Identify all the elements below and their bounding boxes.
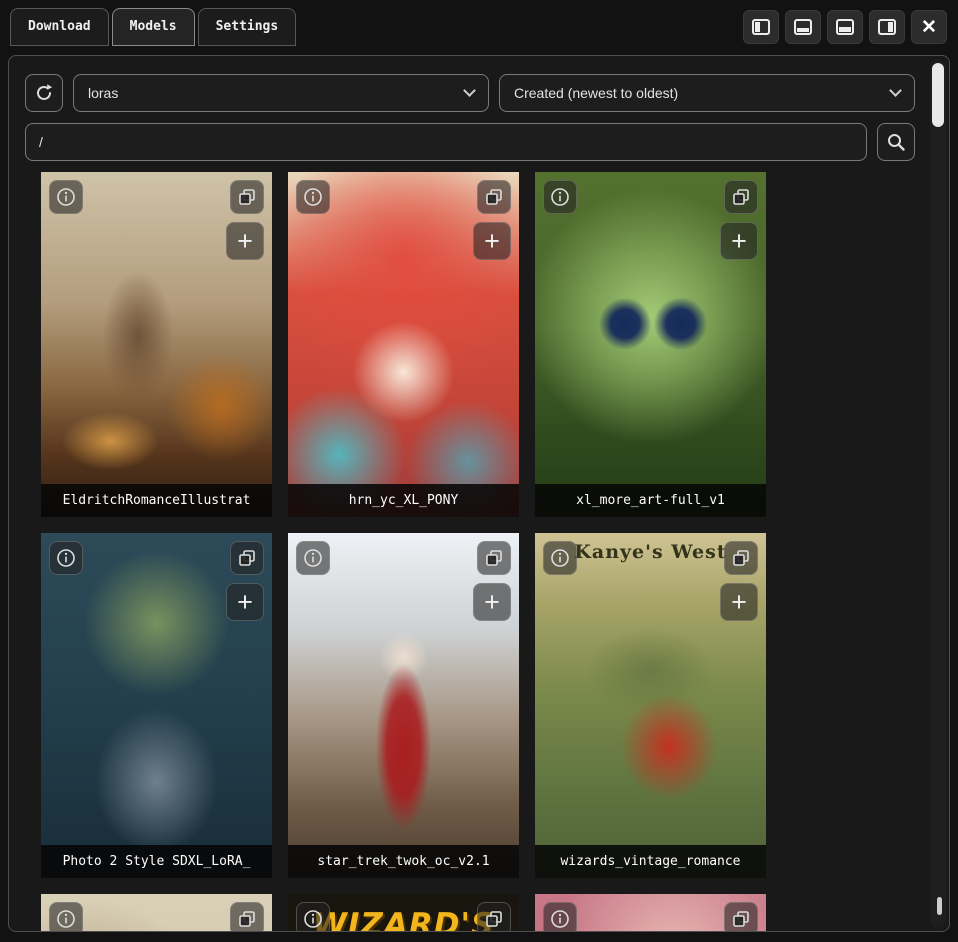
card-name: EldritchRomanceIllustrat [41,484,272,517]
copy-icon [731,187,751,207]
card-name: Photo 2 Style SDXL_LoRA_ [41,845,272,878]
add-button[interactable]: + [720,222,758,260]
close-button[interactable]: ✕ [911,10,947,44]
add-button[interactable]: + [473,222,511,260]
folder-select-value: loras [88,85,118,101]
add-button[interactable]: + [473,583,511,621]
refresh-button[interactable] [25,74,63,112]
copy-button[interactable] [724,902,758,932]
info-icon [303,187,323,207]
card-name: xl_more_art-full_v1 [535,484,766,517]
search-button[interactable] [877,123,915,161]
scrollbar-thumb[interactable] [932,63,944,127]
folder-select[interactable]: loras [73,74,489,112]
model-card[interactable]: + [535,894,766,932]
info-button[interactable] [543,541,577,575]
search-icon [886,132,906,152]
plus-icon: + [484,589,500,616]
add-button[interactable]: + [720,583,758,621]
copy-icon [237,187,257,207]
copy-button[interactable] [230,180,264,214]
add-button[interactable]: + [226,222,264,260]
copy-icon [731,548,751,568]
info-button[interactable] [49,541,83,575]
copy-icon [484,187,504,207]
tab-bar: Download Models Settings [10,8,296,46]
window-controls: ✕ [743,10,947,44]
info-button[interactable] [543,902,577,932]
model-card[interactable]: + [41,894,272,932]
info-icon [303,548,323,568]
info-button[interactable] [296,541,330,575]
tab-settings[interactable]: Settings [198,8,297,46]
plus-icon: + [484,228,500,255]
dock-top-button[interactable] [827,10,863,44]
info-button[interactable] [296,902,330,932]
info-icon [56,548,76,568]
plus-icon: + [237,589,253,616]
dock-bottom-icon [794,19,812,35]
model-card[interactable]: + EldritchRomanceIllustrat [41,172,272,517]
close-icon: ✕ [921,16,937,39]
copy-button[interactable] [724,541,758,575]
info-icon [550,909,570,929]
model-card[interactable]: + xl_more_art-full_v1 [535,172,766,517]
copy-button[interactable] [230,902,264,932]
copy-icon [484,909,504,929]
info-icon [56,909,76,929]
tab-models[interactable]: Models [112,8,195,46]
copy-button[interactable] [477,541,511,575]
copy-button[interactable] [724,180,758,214]
add-button[interactable]: + [226,583,264,621]
plus-icon: + [731,589,747,616]
copy-button[interactable] [477,902,511,932]
model-card[interactable]: + star_trek_twok_oc_v2.1 [288,533,519,878]
refresh-icon [34,83,54,103]
chevron-down-icon [889,84,902,97]
toolbar: loras Created (newest to oldest) [25,74,915,112]
search-bar [25,123,915,161]
dock-right-button[interactable] [869,10,905,44]
search-input[interactable] [25,123,867,161]
sort-select-value: Created (newest to oldest) [514,85,678,101]
info-icon [550,187,570,207]
copy-icon [731,909,751,929]
info-button[interactable] [296,180,330,214]
info-button[interactable] [49,902,83,932]
card-name: hrn_yc_XL_PONY [288,484,519,517]
chevron-down-icon [463,84,476,97]
copy-button[interactable] [230,541,264,575]
model-card[interactable]: Kanye's West + wizards_vintage_romance [535,533,766,878]
sort-select[interactable]: Created (newest to oldest) [499,74,915,112]
info-icon [303,909,323,929]
tab-settings-label: Settings [216,19,279,34]
info-icon [550,548,570,568]
models-panel: loras Created (newest to oldest) [8,55,950,932]
card-name: wizards_vintage_romance [535,845,766,878]
model-card[interactable]: WIZARD'S + [288,894,519,932]
dock-left-icon [752,19,770,35]
model-card[interactable]: + Photo 2 Style SDXL_LoRA_ [41,533,272,878]
plus-icon: + [731,228,747,255]
dock-left-button[interactable] [743,10,779,44]
copy-icon [237,548,257,568]
copy-icon [237,909,257,929]
copy-icon [484,548,504,568]
card-name: star_trek_twok_oc_v2.1 [288,845,519,878]
model-card[interactable]: + hrn_yc_XL_PONY [288,172,519,517]
plus-icon: + [237,228,253,255]
info-button[interactable] [49,180,83,214]
scrollbar-end-cap [937,897,942,915]
vertical-scrollbar[interactable] [930,59,946,928]
models-grid: + EldritchRomanceIllustrat + hrn_yc_XL_P… [41,172,915,932]
tab-models-label: Models [130,19,177,34]
info-icon [56,187,76,207]
tab-download-label: Download [28,19,91,34]
dock-top-icon [836,19,854,35]
dock-right-icon [878,19,896,35]
info-button[interactable] [543,180,577,214]
dock-bottom-button[interactable] [785,10,821,44]
copy-button[interactable] [477,180,511,214]
tab-download[interactable]: Download [10,8,109,46]
